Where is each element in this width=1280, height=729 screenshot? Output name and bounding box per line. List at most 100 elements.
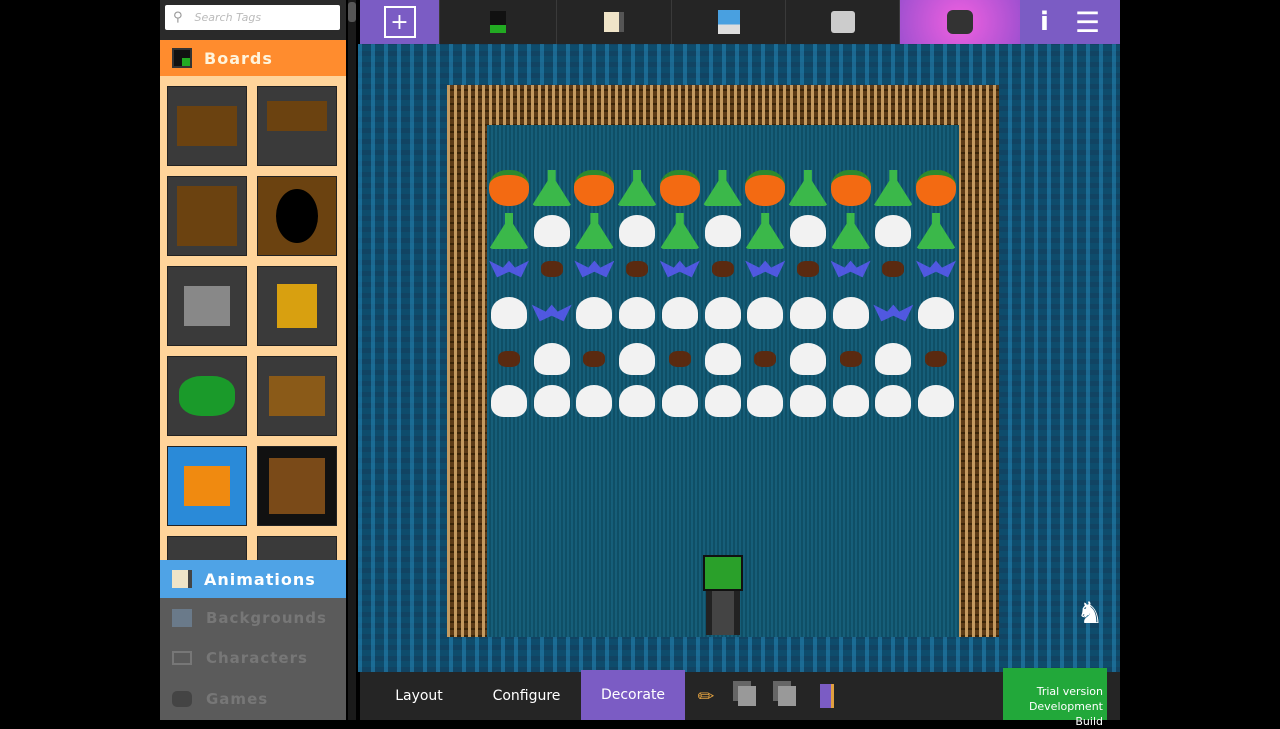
spider-sprite[interactable]: [540, 261, 563, 277]
skull-sprite[interactable]: [875, 343, 912, 375]
board-thumbnail[interactable]: [257, 356, 337, 436]
hero-character[interactable]: [701, 555, 745, 637]
board-thumbnail[interactable]: [257, 176, 337, 256]
board-thumbnail[interactable]: [167, 536, 247, 560]
potion-sprite[interactable]: [659, 213, 700, 249]
layout-button[interactable]: Layout: [368, 672, 470, 720]
spider-sprite[interactable]: [626, 261, 649, 277]
add-button[interactable]: +: [360, 0, 440, 44]
skull-sprite[interactable]: [832, 385, 869, 417]
skull-sprite[interactable]: [661, 385, 698, 417]
skull-sprite[interactable]: [704, 297, 741, 329]
spider-sprite[interactable]: [498, 351, 520, 367]
skull-sprite[interactable]: [619, 297, 656, 329]
paste-icon[interactable]: [774, 672, 800, 720]
skull-sprite[interactable]: [661, 297, 698, 329]
skull-sprite[interactable]: [533, 343, 570, 375]
skull-sprite[interactable]: [747, 297, 784, 329]
spider-sprite[interactable]: [668, 351, 691, 367]
potion-sprite[interactable]: [617, 170, 658, 206]
potion-sprite[interactable]: [489, 213, 529, 249]
decorate-button[interactable]: Decorate: [581, 670, 685, 720]
bat-sprite[interactable]: [574, 260, 615, 278]
skull-sprite[interactable]: [576, 297, 613, 329]
animations-header[interactable]: Animations: [160, 560, 346, 598]
tab-characters[interactable]: [786, 0, 900, 44]
spider-sprite[interactable]: [882, 261, 905, 277]
board-thumbnail[interactable]: [167, 86, 247, 166]
bat-sprite[interactable]: [745, 260, 786, 278]
skull-sprite[interactable]: [789, 343, 826, 375]
spider-sprite[interactable]: [754, 351, 777, 367]
skull-sprite[interactable]: [704, 215, 741, 247]
category-backgrounds[interactable]: Backgrounds: [160, 598, 346, 638]
spider-sprite[interactable]: [796, 261, 819, 277]
pumpkin-sprite[interactable]: [916, 170, 956, 206]
pumpkin-sprite[interactable]: [830, 170, 871, 206]
skull-sprite[interactable]: [704, 385, 741, 417]
potion-sprite[interactable]: [787, 170, 828, 206]
skull-sprite[interactable]: [619, 385, 656, 417]
skull-sprite[interactable]: [619, 215, 656, 247]
tab-games[interactable]: [900, 0, 1020, 44]
category-games[interactable]: Games: [160, 678, 346, 720]
skull-sprite[interactable]: [576, 385, 613, 417]
skull-sprite[interactable]: [918, 297, 954, 329]
info-icon[interactable]: i: [1040, 7, 1049, 37]
spider-sprite[interactable]: [583, 351, 606, 367]
configure-button[interactable]: Configure: [475, 672, 578, 720]
skull-sprite[interactable]: [789, 297, 826, 329]
tab-animations[interactable]: [557, 0, 672, 44]
tab-boards[interactable]: [440, 0, 557, 44]
board-thumbnail[interactable]: [167, 266, 247, 346]
spider-sprite[interactable]: [839, 351, 862, 367]
pumpkin-sprite[interactable]: [659, 170, 700, 206]
player-spawn-icon[interactable]: ♞: [1074, 596, 1106, 632]
menu-icon[interactable]: ☰: [1075, 6, 1100, 39]
game-canvas[interactable]: [358, 44, 1120, 672]
potion-sprite[interactable]: [574, 213, 615, 249]
skull-sprite[interactable]: [875, 215, 912, 247]
skull-sprite[interactable]: [619, 343, 656, 375]
bat-sprite[interactable]: [659, 260, 700, 278]
skull-sprite[interactable]: [533, 385, 570, 417]
skull-sprite[interactable]: [704, 343, 741, 375]
skull-sprite[interactable]: [747, 385, 784, 417]
skull-sprite[interactable]: [789, 215, 826, 247]
copy-icon[interactable]: [734, 672, 760, 720]
board-thumbnail[interactable]: [257, 446, 337, 526]
board-thumbnail[interactable]: [257, 266, 337, 346]
brush-icon[interactable]: [814, 672, 840, 720]
pumpkin-sprite[interactable]: [745, 170, 786, 206]
potion-sprite[interactable]: [702, 170, 743, 206]
board-thumbnail[interactable]: [167, 356, 247, 436]
pumpkin-sprite[interactable]: [489, 170, 529, 206]
bat-sprite[interactable]: [531, 304, 572, 322]
skull-sprite[interactable]: [875, 385, 912, 417]
pencil-icon[interactable]: ✏: [694, 672, 718, 720]
potion-sprite[interactable]: [531, 170, 572, 206]
skull-sprite[interactable]: [789, 385, 826, 417]
potion-sprite[interactable]: [916, 213, 956, 249]
spider-sprite[interactable]: [711, 261, 734, 277]
category-characters[interactable]: Characters: [160, 638, 346, 678]
board-thumbnail[interactable]: [257, 86, 337, 166]
bat-sprite[interactable]: [916, 260, 956, 278]
skull-sprite[interactable]: [491, 385, 527, 417]
pumpkin-sprite[interactable]: [574, 170, 615, 206]
skull-sprite[interactable]: [918, 385, 954, 417]
bat-sprite[interactable]: [489, 260, 529, 278]
potion-sprite[interactable]: [745, 213, 786, 249]
board-thumbnail[interactable]: [167, 446, 247, 526]
sidebar-scrollbar[interactable]: [348, 0, 356, 720]
skull-sprite[interactable]: [491, 297, 527, 329]
potion-sprite[interactable]: [830, 213, 871, 249]
spider-sprite[interactable]: [925, 351, 947, 367]
board-thumbnail[interactable]: [167, 176, 247, 256]
bat-sprite[interactable]: [873, 304, 914, 322]
bat-sprite[interactable]: [830, 260, 871, 278]
search-input[interactable]: ⚲ Search Tags: [165, 5, 340, 30]
tab-backgrounds[interactable]: [672, 0, 786, 44]
skull-sprite[interactable]: [832, 297, 869, 329]
boards-header[interactable]: Boards: [160, 40, 346, 76]
